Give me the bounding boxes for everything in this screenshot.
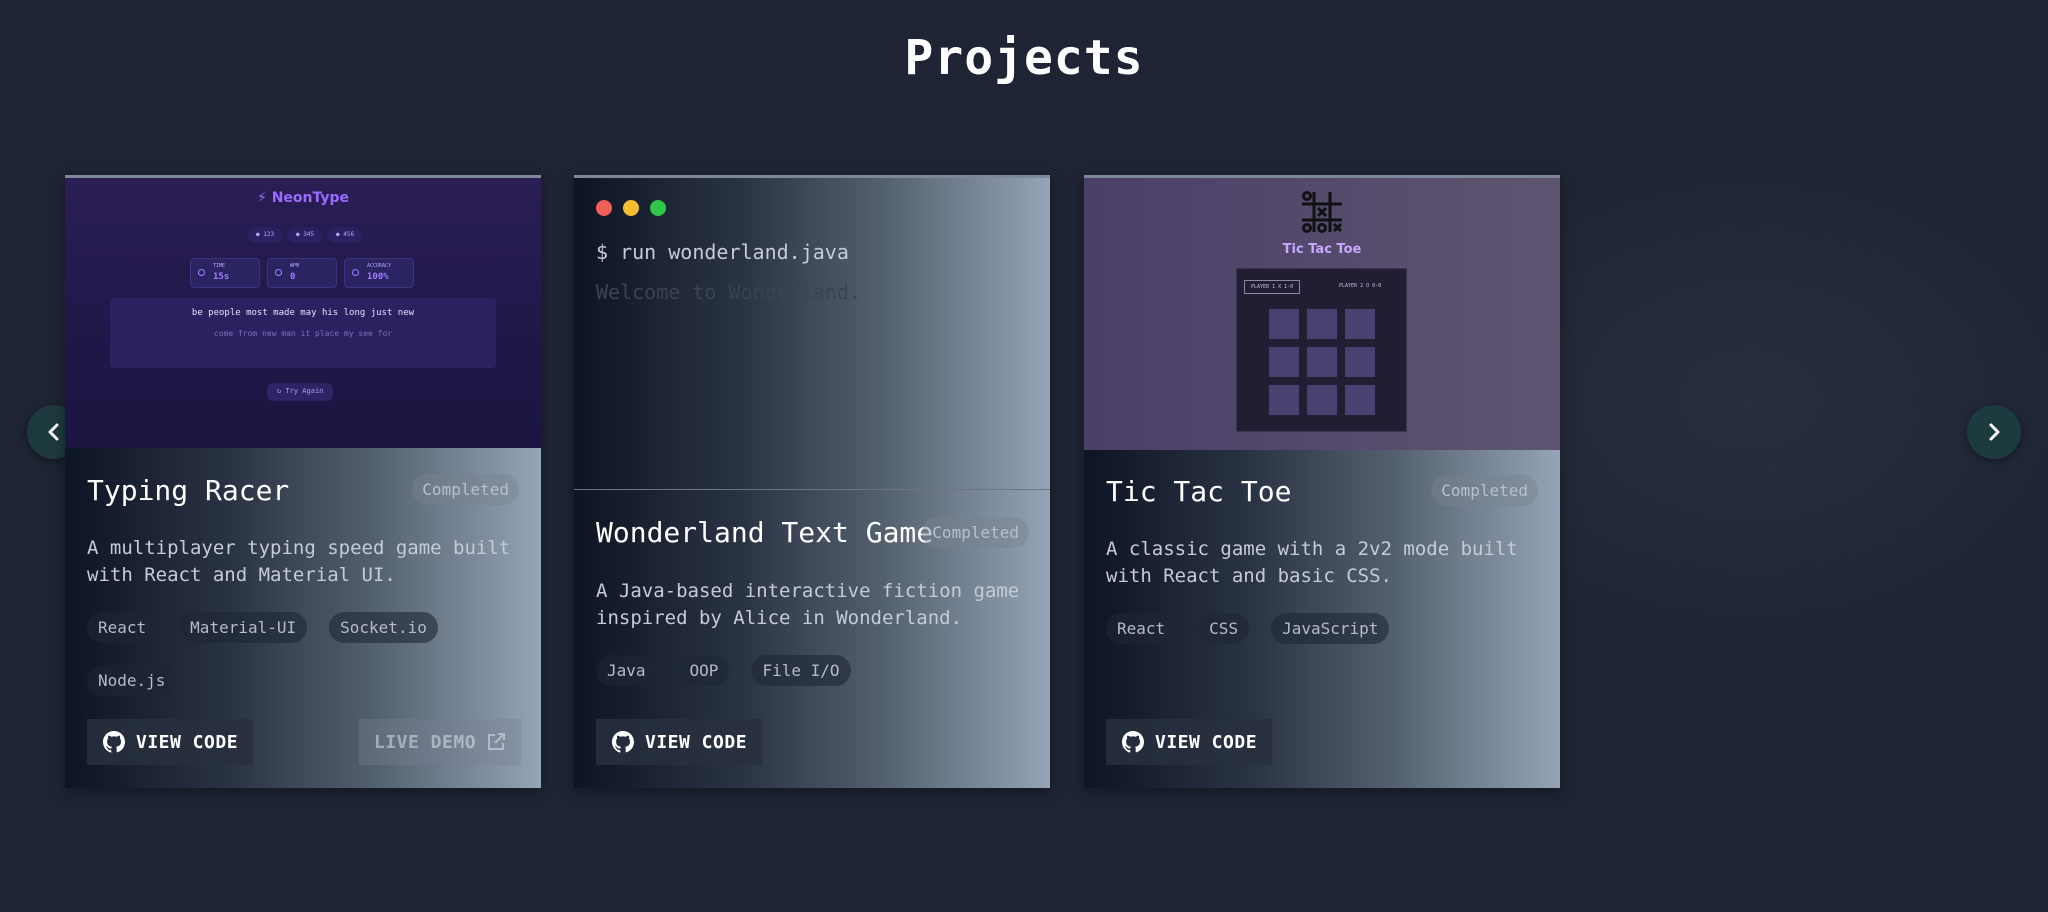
card-header: Tic Tac Toe Completed xyxy=(1106,475,1538,515)
card-header: Typing Racer Completed xyxy=(87,474,519,514)
project-preview-wonderland: $ run wonderland.java Welcome to Wonderl… xyxy=(574,178,1050,490)
github-icon xyxy=(103,731,125,753)
preview-try-again: ↻ Try Again xyxy=(267,383,334,401)
project-description: A classic game with a 2v2 mode built wit… xyxy=(1106,538,1518,587)
window-close-dot xyxy=(596,200,612,216)
tag: OOP xyxy=(678,655,730,686)
board-cell xyxy=(1269,385,1299,415)
preview-app-name: Tic Tac Toe xyxy=(1282,242,1362,257)
page-title: Projects xyxy=(904,30,1144,86)
github-icon xyxy=(1122,731,1144,753)
window-maximize-dot xyxy=(650,200,666,216)
live-demo-button[interactable]: LIVE DEMO xyxy=(359,719,522,765)
project-card-tic-tac-toe: Tic Tac Toe PLAYER 1 X 1-0 PLAYER 2 O 0-… xyxy=(1084,175,1560,788)
project-preview-tic-tac-toe: Tic Tac Toe PLAYER 1 X 1-0 PLAYER 2 O 0-… xyxy=(1084,178,1560,450)
preview-text-line: be people most made may his long just ne… xyxy=(191,308,415,318)
tag-list: Java OOP File I/O xyxy=(596,655,1028,686)
project-description: A Java-based interactive fiction game in… xyxy=(596,580,1020,629)
tag: Node.js xyxy=(87,665,177,696)
board-cell xyxy=(1307,347,1337,377)
tag-list: React Material-UI Socket.io Node.js xyxy=(87,612,451,696)
status-badge: Completed xyxy=(412,474,519,505)
board-cell xyxy=(1307,385,1337,415)
view-code-button[interactable]: VIEW CODE xyxy=(596,719,763,765)
preview-text-line: come from new man it place my see for xyxy=(213,329,393,338)
view-code-button[interactable]: VIEW CODE xyxy=(1106,719,1273,765)
tag: Material-UI xyxy=(179,612,308,643)
preview-app-name: ⚡ NeonType xyxy=(256,190,350,206)
status-badge: Completed xyxy=(922,517,1029,548)
preview-player-2: PLAYER 2 O 0-0 xyxy=(1339,283,1382,289)
tag: React xyxy=(87,612,158,643)
project-card-wonderland: $ run wonderland.java Welcome to Wonderl… xyxy=(574,175,1050,788)
board-cell xyxy=(1307,309,1337,339)
terminal-command: $ run wonderland.java xyxy=(596,240,849,264)
project-card-typing-racer: ⚡ NeonType ● 123 ● 345 ● 456 TIME 15s WP… xyxy=(65,175,541,788)
project-preview-typing-racer: ⚡ NeonType ● 123 ● 345 ● 456 TIME 15s WP… xyxy=(65,178,541,448)
preview-player-1: PLAYER 1 X 1-0 xyxy=(1244,280,1301,294)
board-cell xyxy=(1345,385,1375,415)
preview-pill: ● 123 xyxy=(248,227,283,243)
tag: JavaScript xyxy=(1271,613,1390,644)
board-cell xyxy=(1345,347,1375,377)
lightning-icon: ⚡ xyxy=(256,190,267,206)
project-description: A multiplayer typing speed game built wi… xyxy=(87,537,511,586)
preview-pill: ● 456 xyxy=(328,227,363,243)
window-minimize-dot xyxy=(623,200,639,216)
chevron-right-icon xyxy=(1989,423,2000,441)
board-cell xyxy=(1269,347,1299,377)
card-header: Wonderland Text Game Completed xyxy=(596,516,1029,556)
external-link-icon xyxy=(488,733,506,750)
board-cell xyxy=(1345,309,1375,339)
tag: Socket.io xyxy=(329,612,438,643)
tag: CSS xyxy=(1198,613,1250,644)
tic-tac-toe-logo-icon xyxy=(1302,191,1343,233)
tag-list: React CSS JavaScript xyxy=(1106,613,1538,644)
github-icon xyxy=(612,731,634,753)
chevron-left-icon xyxy=(48,423,59,441)
terminal-output: Welcome to Wonderland. xyxy=(596,280,861,304)
preview-stat-accuracy: ACCURACY 100% xyxy=(344,258,414,288)
view-code-button[interactable]: VIEW CODE xyxy=(87,719,254,765)
clock-icon xyxy=(198,269,205,276)
board-cell xyxy=(1269,309,1299,339)
preview-stat-time: TIME 15s xyxy=(190,258,260,288)
carousel-next-button[interactable] xyxy=(1967,405,2021,459)
tag: Java xyxy=(596,655,657,686)
tag: React xyxy=(1106,613,1177,644)
target-icon xyxy=(352,269,359,276)
status-badge: Completed xyxy=(1431,475,1538,506)
preview-pill: ● 345 xyxy=(288,227,323,243)
tag: File I/O xyxy=(751,655,851,686)
preview-board-panel: PLAYER 1 X 1-0 PLAYER 2 O 0-0 xyxy=(1236,268,1407,432)
speed-icon xyxy=(275,269,282,276)
preview-stat-wpm: WPM 0 xyxy=(267,258,337,288)
